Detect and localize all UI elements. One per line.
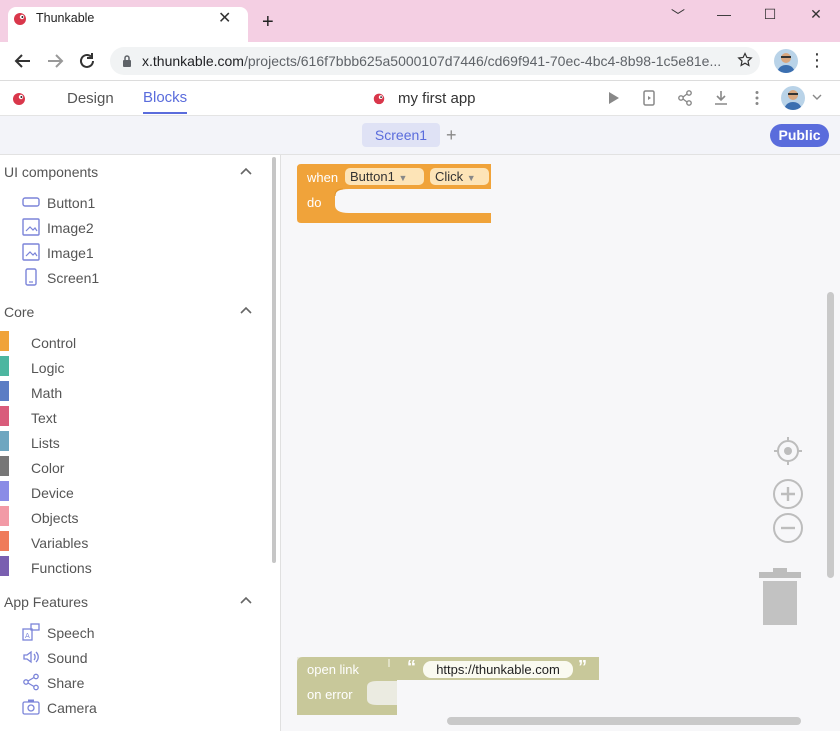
open-quote-icon: “	[407, 657, 416, 677]
play-icon[interactable]	[604, 89, 622, 107]
tab-blocks[interactable]: Blocks	[143, 89, 187, 106]
color-color-swatch	[0, 456, 9, 476]
browser-profile-avatar[interactable]	[774, 49, 798, 73]
dropdown-arrow-icon: ▼	[466, 173, 476, 183]
url-text[interactable]: x.thunkable.com/projects/616f7bbb625a500…	[142, 53, 732, 69]
close-window-button[interactable]: ✕	[793, 6, 839, 26]
core-objects[interactable]: Objects	[31, 510, 78, 526]
logic-color-swatch	[0, 356, 9, 376]
share-icon[interactable]	[676, 89, 694, 107]
event-dropdown-value: Click	[435, 169, 464, 184]
back-arrow-icon[interactable]	[12, 50, 34, 72]
bookmark-star-icon[interactable]	[737, 52, 753, 68]
zoom-out-icon[interactable]	[772, 512, 804, 544]
core-device[interactable]: Device	[31, 485, 74, 501]
variables-color-swatch	[0, 531, 9, 551]
dropdown-arrow-icon: ▼	[398, 173, 408, 183]
tab-title: Thunkable	[36, 11, 95, 25]
functions-color-swatch	[0, 556, 9, 576]
when-label: when	[307, 170, 339, 185]
core-math[interactable]: Math	[31, 385, 62, 401]
forward-arrow-icon[interactable]	[44, 50, 66, 72]
event-dropdown[interactable]: Click ▼	[430, 168, 489, 185]
device-color-swatch	[0, 481, 9, 501]
feature-share[interactable]: Share	[47, 675, 84, 691]
core-logic[interactable]: Logic	[31, 360, 64, 376]
lists-color-swatch	[0, 431, 9, 451]
core-lists[interactable]: Lists	[31, 435, 60, 451]
chevron-down-icon[interactable]	[812, 92, 822, 102]
component-screen1[interactable]: Screen1	[47, 270, 99, 286]
feature-sound[interactable]: Sound	[47, 650, 87, 666]
image-icon	[22, 218, 40, 236]
minimize-button[interactable]: —	[701, 6, 747, 26]
component-image1[interactable]: Image1	[47, 245, 94, 261]
tab-screen1[interactable]: Screen1	[362, 123, 440, 147]
component-dropdown-value: Button1	[350, 169, 395, 184]
tab-design[interactable]: Design	[67, 90, 114, 107]
user-avatar[interactable]	[781, 86, 805, 110]
public-button[interactable]: Public	[770, 124, 829, 147]
url-text-field[interactable]: https://thunkable.com	[423, 661, 573, 678]
chevron-up-icon[interactable]	[239, 166, 253, 176]
blocks-workspace[interactable]	[281, 155, 840, 731]
component-dropdown[interactable]: Button1 ▼	[345, 168, 424, 185]
workspace-vertical-scrollbar[interactable]	[827, 292, 834, 578]
recenter-target-icon[interactable]	[772, 435, 804, 467]
url-host: x.thunkable.com	[142, 53, 244, 69]
maximize-button[interactable]: ☐	[747, 6, 793, 26]
tab-search-icon[interactable]: ﹀	[655, 6, 701, 26]
zoom-in-icon[interactable]	[772, 478, 804, 510]
project-logo-icon	[373, 93, 385, 105]
section-app-features[interactable]: App Features	[4, 594, 88, 610]
on-error-label: on error	[307, 687, 353, 702]
feature-camera[interactable]: Camera	[47, 700, 97, 716]
tab-close-icon[interactable]: ✕	[218, 8, 231, 28]
feature-speech[interactable]: Speech	[47, 625, 94, 641]
live-test-icon[interactable]	[640, 89, 658, 107]
lock-icon[interactable]	[122, 54, 132, 68]
open-link-label: open link	[307, 662, 360, 677]
text-color-swatch	[0, 406, 9, 426]
workspace-horizontal-scrollbar[interactable]	[447, 717, 801, 725]
core-control[interactable]: Control	[31, 335, 76, 351]
core-variables[interactable]: Variables	[31, 535, 88, 551]
url-path: /projects/616f7bbb625a5000107d7446/cd69f…	[243, 53, 722, 69]
speech-icon: A	[22, 623, 40, 641]
add-screen-button[interactable]: +	[446, 124, 457, 146]
control-color-swatch	[0, 331, 9, 351]
core-color[interactable]: Color	[31, 460, 64, 476]
new-tab-button[interactable]: +	[262, 12, 274, 32]
button-icon	[22, 197, 40, 207]
chevron-up-icon[interactable]	[239, 305, 253, 315]
sidebar-scrollbar[interactable]	[272, 157, 276, 563]
sound-icon	[23, 650, 39, 664]
close-quote-icon: ”	[578, 657, 587, 677]
thunkable-logo-icon[interactable]	[11, 90, 27, 106]
trash-icon[interactable]	[758, 568, 802, 626]
share-icon	[23, 673, 39, 691]
core-functions[interactable]: Functions	[31, 560, 92, 576]
component-button1[interactable]: Button1	[47, 195, 95, 211]
section-core[interactable]: Core	[4, 304, 34, 320]
objects-color-swatch	[0, 506, 9, 526]
project-name[interactable]: my first app	[398, 90, 476, 107]
do-label: do	[307, 195, 322, 210]
svg-text:A: A	[25, 632, 30, 640]
active-tab-indicator	[143, 112, 187, 114]
browser-menu-icon[interactable]: ⋮	[808, 50, 826, 72]
more-options-icon[interactable]	[748, 89, 766, 107]
camera-icon	[22, 699, 40, 715]
image-icon	[22, 243, 40, 261]
chevron-up-icon[interactable]	[239, 595, 253, 605]
math-color-swatch	[0, 381, 9, 401]
screen-icon	[25, 268, 37, 286]
download-icon[interactable]	[712, 89, 730, 107]
thunkable-favicon-icon	[14, 13, 26, 25]
component-image2[interactable]: Image2	[47, 220, 94, 236]
section-ui-components[interactable]: UI components	[4, 164, 98, 180]
core-text[interactable]: Text	[31, 410, 57, 426]
reload-icon[interactable]	[76, 50, 98, 72]
